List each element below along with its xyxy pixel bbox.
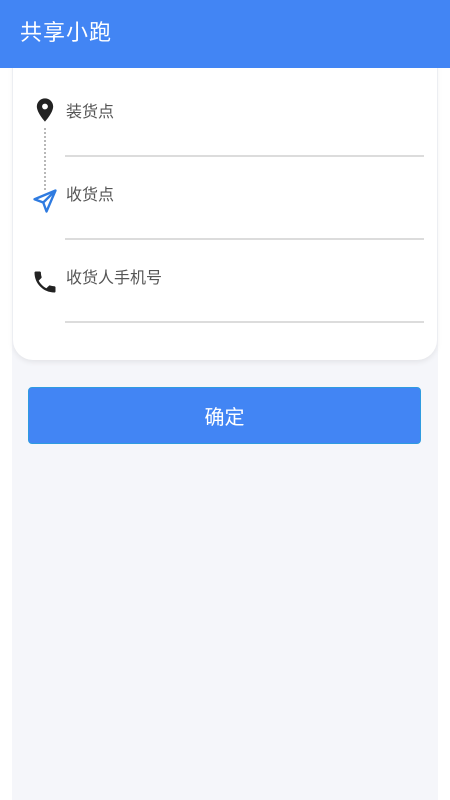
app-title: 共享小跑 <box>20 21 113 46</box>
pickup-input[interactable] <box>65 125 424 157</box>
phone-field: 收货人手机号 <box>13 246 437 326</box>
app-header: 共享小跑 <box>0 0 450 68</box>
phone-input[interactable] <box>65 291 424 323</box>
pickup-label: 装货点 <box>66 102 115 121</box>
navigation-arrow-icon <box>31 187 59 215</box>
delivery-input[interactable] <box>65 208 424 240</box>
phone-label: 收货人手机号 <box>66 268 163 287</box>
pickup-field: 装货点 <box>13 80 437 160</box>
confirm-button[interactable]: 确定 <box>28 387 421 444</box>
location-pin-icon <box>31 96 59 124</box>
delivery-label: 收货点 <box>66 185 115 204</box>
address-form-card: 装货点 收货点 收货人手机号 <box>13 60 437 360</box>
delivery-field: 收货点 <box>13 163 437 243</box>
phone-icon <box>31 268 59 296</box>
